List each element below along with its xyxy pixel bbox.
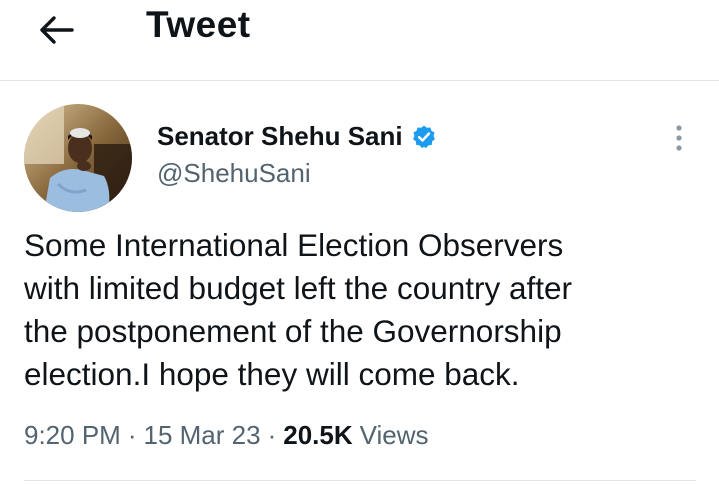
more-options-button[interactable]: [664, 118, 694, 158]
meta-separator: ·: [127, 420, 137, 450]
tweet-date[interactable]: 15 Mar 23: [144, 420, 261, 451]
page-title: Tweet: [146, 4, 251, 45]
verified-badge-icon: [412, 125, 435, 148]
views-label: Views: [359, 420, 429, 450]
more-vertical-icon: [676, 125, 682, 151]
avatar-image: [24, 104, 132, 212]
tweet-time[interactable]: 9:20 PM: [24, 420, 121, 451]
arrow-left-icon: [40, 16, 74, 44]
tweet-meta: 9:20 PM · 15 Mar 23 · 20.5K Views: [24, 420, 429, 451]
author-handle[interactable]: @ShehuSani: [157, 158, 311, 189]
views-count[interactable]: 20.5K: [283, 420, 352, 451]
tweet-page: Tweet Senator Shehu Sani @ShehuSani Some…: [0, 0, 719, 484]
divider: [24, 480, 696, 481]
top-bar: Tweet: [0, 0, 719, 81]
meta-separator: ·: [267, 420, 277, 450]
tweet-text: Some International Election Observers wi…: [24, 227, 573, 392]
back-button[interactable]: [32, 10, 80, 50]
avatar[interactable]: [24, 104, 132, 212]
author-name[interactable]: Senator Shehu Sani: [157, 121, 403, 152]
author-name-row: Senator Shehu Sani: [157, 121, 437, 152]
